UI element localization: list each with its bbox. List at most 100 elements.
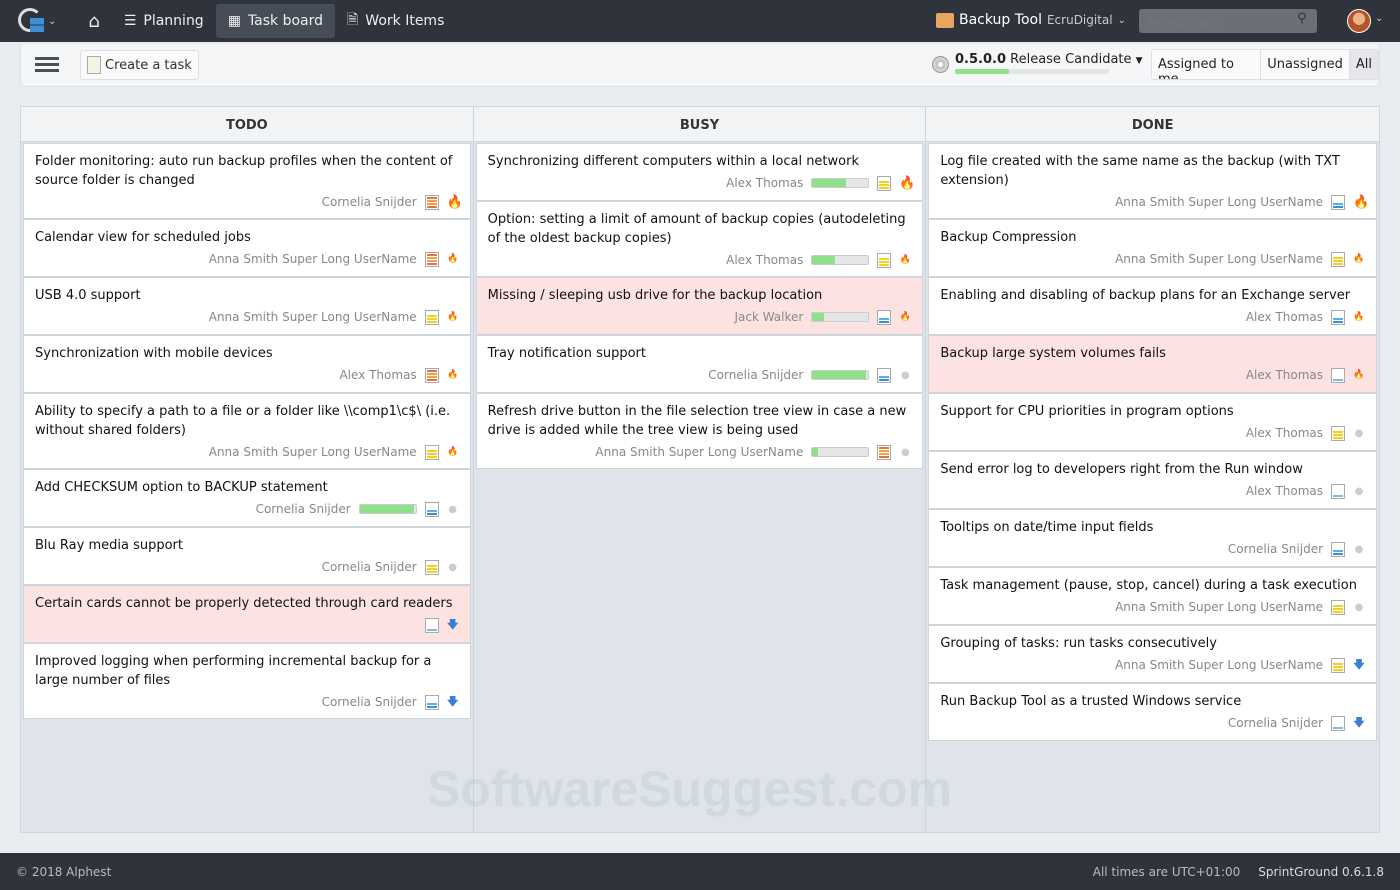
- filter-all[interactable]: All: [1349, 50, 1378, 79]
- assignee[interactable]: Cornelia Snijder: [322, 695, 417, 709]
- timezone: All times are UTC+01:00: [1092, 864, 1241, 879]
- task-title: Missing / sleeping usb drive for the bac…: [487, 288, 823, 303]
- priority-medium-fire-icon: 🔥: [1353, 254, 1365, 264]
- priority-medium-fire-icon: 🔥: [447, 447, 459, 457]
- app-logo-icon[interactable]: [18, 6, 48, 36]
- search-input[interactable]: [1139, 9, 1317, 33]
- task-card[interactable]: Enabling and disabling of backup plans f…: [928, 277, 1378, 335]
- nav-work-items[interactable]: 🗎 Work Items: [335, 4, 456, 38]
- priority-lowest-arrow-down-icon: 🡇: [447, 617, 459, 631]
- task-progress-bar: [811, 447, 870, 457]
- task-card[interactable]: USB 4.0 support Anna Smith Super Long Us…: [23, 277, 471, 335]
- assignee[interactable]: Anna Smith Super Long UserName: [209, 445, 417, 459]
- nav-home[interactable]: ⌂: [76, 4, 111, 38]
- user-avatar[interactable]: [1347, 9, 1371, 33]
- assignee[interactable]: Anna Smith Super Long UserName: [1115, 195, 1323, 209]
- task-card[interactable]: Tray notification support Cornelia Snijd…: [475, 335, 924, 393]
- assignee[interactable]: Alex Thomas: [726, 176, 803, 190]
- task-card[interactable]: Run Backup Tool as a trusted Windows ser…: [928, 683, 1378, 741]
- priority-medium-fire-icon: 🔥: [1353, 312, 1365, 322]
- task-card[interactable]: Missing / sleeping usb drive for the bac…: [475, 277, 924, 335]
- priority-medium-fire-icon: 🔥: [447, 254, 459, 264]
- task-type-icon: [1331, 251, 1346, 267]
- task-card[interactable]: Task management (pause, stop, cancel) du…: [928, 567, 1378, 625]
- assignee[interactable]: Cornelia Snijder: [708, 368, 803, 382]
- chevron-down-icon[interactable]: ⌄: [48, 16, 56, 27]
- assignee[interactable]: Alex Thomas: [339, 368, 416, 382]
- task-title: Synchronization with mobile devices: [35, 346, 273, 361]
- filter-unassigned[interactable]: Unassigned: [1261, 50, 1350, 79]
- chevron-down-icon: ⌄: [1117, 14, 1126, 26]
- task-card[interactable]: Support for CPU priorities in program op…: [928, 393, 1378, 451]
- document-icon: 🗎: [347, 12, 359, 28]
- search-icon[interactable]: ⚲: [1297, 11, 1307, 26]
- assignee[interactable]: Cornelia Snijder: [322, 195, 417, 209]
- task-card[interactable]: Blu Ray media support Cornelia Snijder ●: [23, 527, 471, 585]
- task-card[interactable]: Add CHECKSUM option to BACKUP statement …: [23, 469, 471, 527]
- nav-label: Planning: [143, 13, 204, 29]
- task-card[interactable]: Certain cards cannot be properly detecte…: [23, 585, 471, 643]
- assignee[interactable]: Jack Walker: [734, 310, 803, 324]
- task-progress-bar: [811, 178, 870, 188]
- release-selector[interactable]: 0.5.0.0 Release Candidate ▼: [932, 52, 1143, 74]
- task-type-icon: [1331, 194, 1346, 210]
- assignee[interactable]: Alex Thomas: [726, 253, 803, 267]
- priority-low-circle-icon: ●: [900, 369, 910, 381]
- assignee[interactable]: Cornelia Snijder: [256, 502, 351, 516]
- task-card[interactable]: Refresh drive button in the file selecti…: [475, 393, 924, 469]
- new-document-icon: [87, 56, 101, 74]
- assignee[interactable]: Anna Smith Super Long UserName: [209, 310, 417, 324]
- task-card[interactable]: Synchronizing different computers within…: [475, 143, 924, 201]
- task-card[interactable]: Grouping of tasks: run tasks consecutive…: [928, 625, 1378, 683]
- top-navigation: ⌄ ⌂ ☰ Planning ▦ Task board 🗎 Work Items Ba…: [0, 0, 1400, 42]
- task-type-icon: [424, 194, 439, 210]
- assignee[interactable]: Anna Smith Super Long UserName: [1115, 600, 1323, 614]
- task-progress-bar: [811, 255, 870, 265]
- nav-planning[interactable]: ☰ Planning: [112, 4, 216, 38]
- assignee[interactable]: Anna Smith Super Long UserName: [1115, 658, 1323, 672]
- task-card[interactable]: Ability to specify a path to a file or a…: [23, 393, 471, 469]
- priority-medium-fire-icon: 🔥: [899, 312, 911, 322]
- project-selector[interactable]: Backup Tool EcruDigital ⌄: [936, 12, 1126, 28]
- assignee[interactable]: Cornelia Snijder: [1228, 542, 1323, 556]
- menu-toggle-icon[interactable]: [35, 57, 59, 73]
- task-card[interactable]: Synchronization with mobile devices Alex…: [23, 335, 471, 393]
- filter-assigned-to-me[interactable]: Assigned to me: [1152, 50, 1262, 79]
- column-busy: BUSY Synchronizing different computers w…: [473, 107, 927, 832]
- task-card[interactable]: Improved logging when performing increme…: [23, 643, 471, 719]
- task-card[interactable]: Tooltips on date/time input fields Corne…: [928, 509, 1378, 567]
- assignee[interactable]: Alex Thomas: [1246, 310, 1323, 324]
- assignee[interactable]: Cornelia Snijder: [322, 560, 417, 574]
- task-title: Support for CPU priorities in program op…: [940, 404, 1234, 419]
- assignee[interactable]: Anna Smith Super Long UserName: [209, 252, 417, 266]
- priority-low-circle-icon: ●: [1354, 427, 1364, 439]
- nav-task-board[interactable]: ▦ Task board: [215, 4, 336, 38]
- task-progress-bar: [811, 312, 870, 322]
- task-card[interactable]: Calendar view for scheduled jobs Anna Sm…: [23, 219, 471, 277]
- assignee[interactable]: Anna Smith Super Long UserName: [595, 445, 803, 459]
- task-type-icon: [877, 367, 892, 383]
- home-icon: ⌂: [88, 10, 100, 32]
- assignee[interactable]: Anna Smith Super Long UserName: [1115, 252, 1323, 266]
- task-type-icon: [1331, 483, 1346, 499]
- task-type-icon: [877, 309, 892, 325]
- table-icon: ▦: [227, 13, 241, 29]
- chevron-down-icon[interactable]: ⌄: [1375, 13, 1383, 24]
- release-name: Release Candidate: [1010, 52, 1132, 67]
- assignee[interactable]: Alex Thomas: [1246, 368, 1323, 382]
- create-task-button[interactable]: Create a task: [80, 50, 199, 80]
- copyright: © 2018 Alphest: [16, 864, 112, 879]
- task-card[interactable]: Backup large system volumes fails Alex T…: [928, 335, 1378, 393]
- assignee[interactable]: Alex Thomas: [1246, 484, 1323, 498]
- task-type-icon: [1331, 367, 1346, 383]
- task-title: Task management (pause, stop, cancel) du…: [940, 578, 1357, 593]
- task-card[interactable]: Backup Compression Anna Smith Super Long…: [928, 219, 1378, 277]
- task-card[interactable]: Option: setting a limit of amount of bac…: [475, 201, 924, 277]
- priority-low-circle-icon: ●: [1354, 543, 1364, 555]
- assignee[interactable]: Cornelia Snijder: [1228, 716, 1323, 730]
- task-card[interactable]: Send error log to developers right from …: [928, 451, 1378, 509]
- task-card[interactable]: Log file created with the same name as t…: [928, 143, 1378, 219]
- task-card[interactable]: Folder monitoring: auto run backup profi…: [23, 143, 471, 219]
- assignee[interactable]: Alex Thomas: [1246, 426, 1323, 440]
- priority-low-circle-icon: ●: [448, 561, 458, 573]
